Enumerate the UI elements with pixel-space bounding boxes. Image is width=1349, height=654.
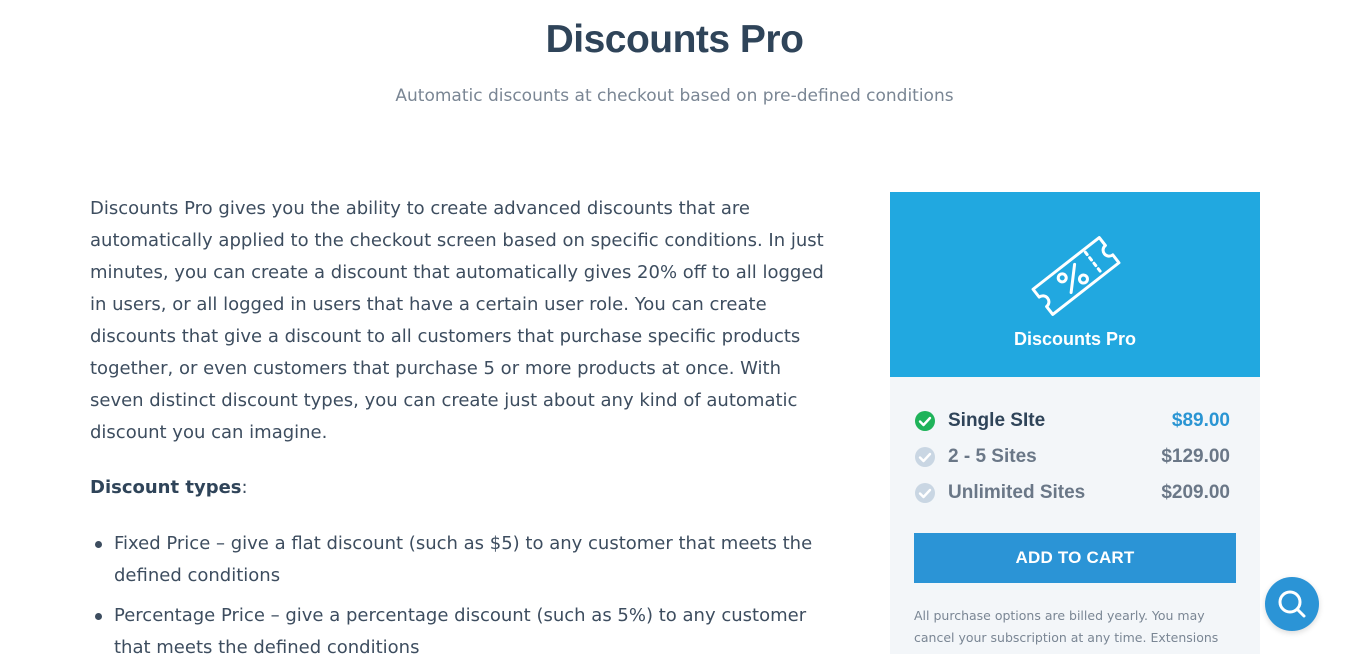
license-option-single-site[interactable]: Single SIte $89.00 (914, 403, 1230, 439)
product-description: Discounts Pro gives you the ability to c… (90, 198, 824, 443)
discount-types-label: Discount types (90, 477, 242, 498)
pricing-card: Discounts Pro Single SIte $89.00 2 - 5 S… (890, 192, 1260, 654)
check-circle-icon (915, 447, 935, 467)
license-option-price: $209.00 (1161, 482, 1230, 503)
card-product-name: Discounts Pro (1013, 329, 1137, 349)
license-option-name: Unlimited Sites (948, 482, 1086, 503)
card-banner: Discounts Pro (890, 192, 1260, 377)
billing-note: All purchase options are billed yearly. … (914, 608, 1225, 654)
check-circle-icon (915, 411, 935, 431)
page-subtitle: Automatic discounts at checkout based on… (395, 86, 954, 106)
license-option-price: $129.00 (1161, 446, 1230, 467)
discount-types-list: Fixed Price – give a flat discount (such… (90, 528, 830, 654)
help-search-button[interactable] (1265, 577, 1319, 631)
discount-ticket-icon (1031, 236, 1121, 316)
discount-types-colon: : (241, 477, 248, 498)
license-option-name: Single SIte (948, 410, 1046, 431)
page-title: Discounts Pro (545, 18, 804, 61)
license-option-2-5-sites[interactable]: 2 - 5 Sites $129.00 (914, 439, 1230, 475)
product-description-section: Discounts Pro gives you the ability to c… (90, 193, 830, 654)
discount-type-item: Fixed Price – give a flat discount (such… (90, 528, 830, 592)
license-option-name: 2 - 5 Sites (948, 446, 1037, 467)
search-help-icon (1278, 590, 1306, 618)
add-to-cart-button[interactable]: ADD TO CART (914, 533, 1236, 583)
license-options: Single SIte $89.00 2 - 5 Sites $129.00 U… (890, 377, 1260, 511)
license-option-price: $89.00 (1171, 410, 1230, 431)
discount-types-heading: Discount types: (90, 472, 830, 504)
discount-type-item: Percentage Price – give a percentage dis… (90, 600, 830, 654)
check-circle-icon (915, 483, 935, 503)
license-option-unlimited-sites[interactable]: Unlimited Sites $209.00 (914, 475, 1230, 511)
